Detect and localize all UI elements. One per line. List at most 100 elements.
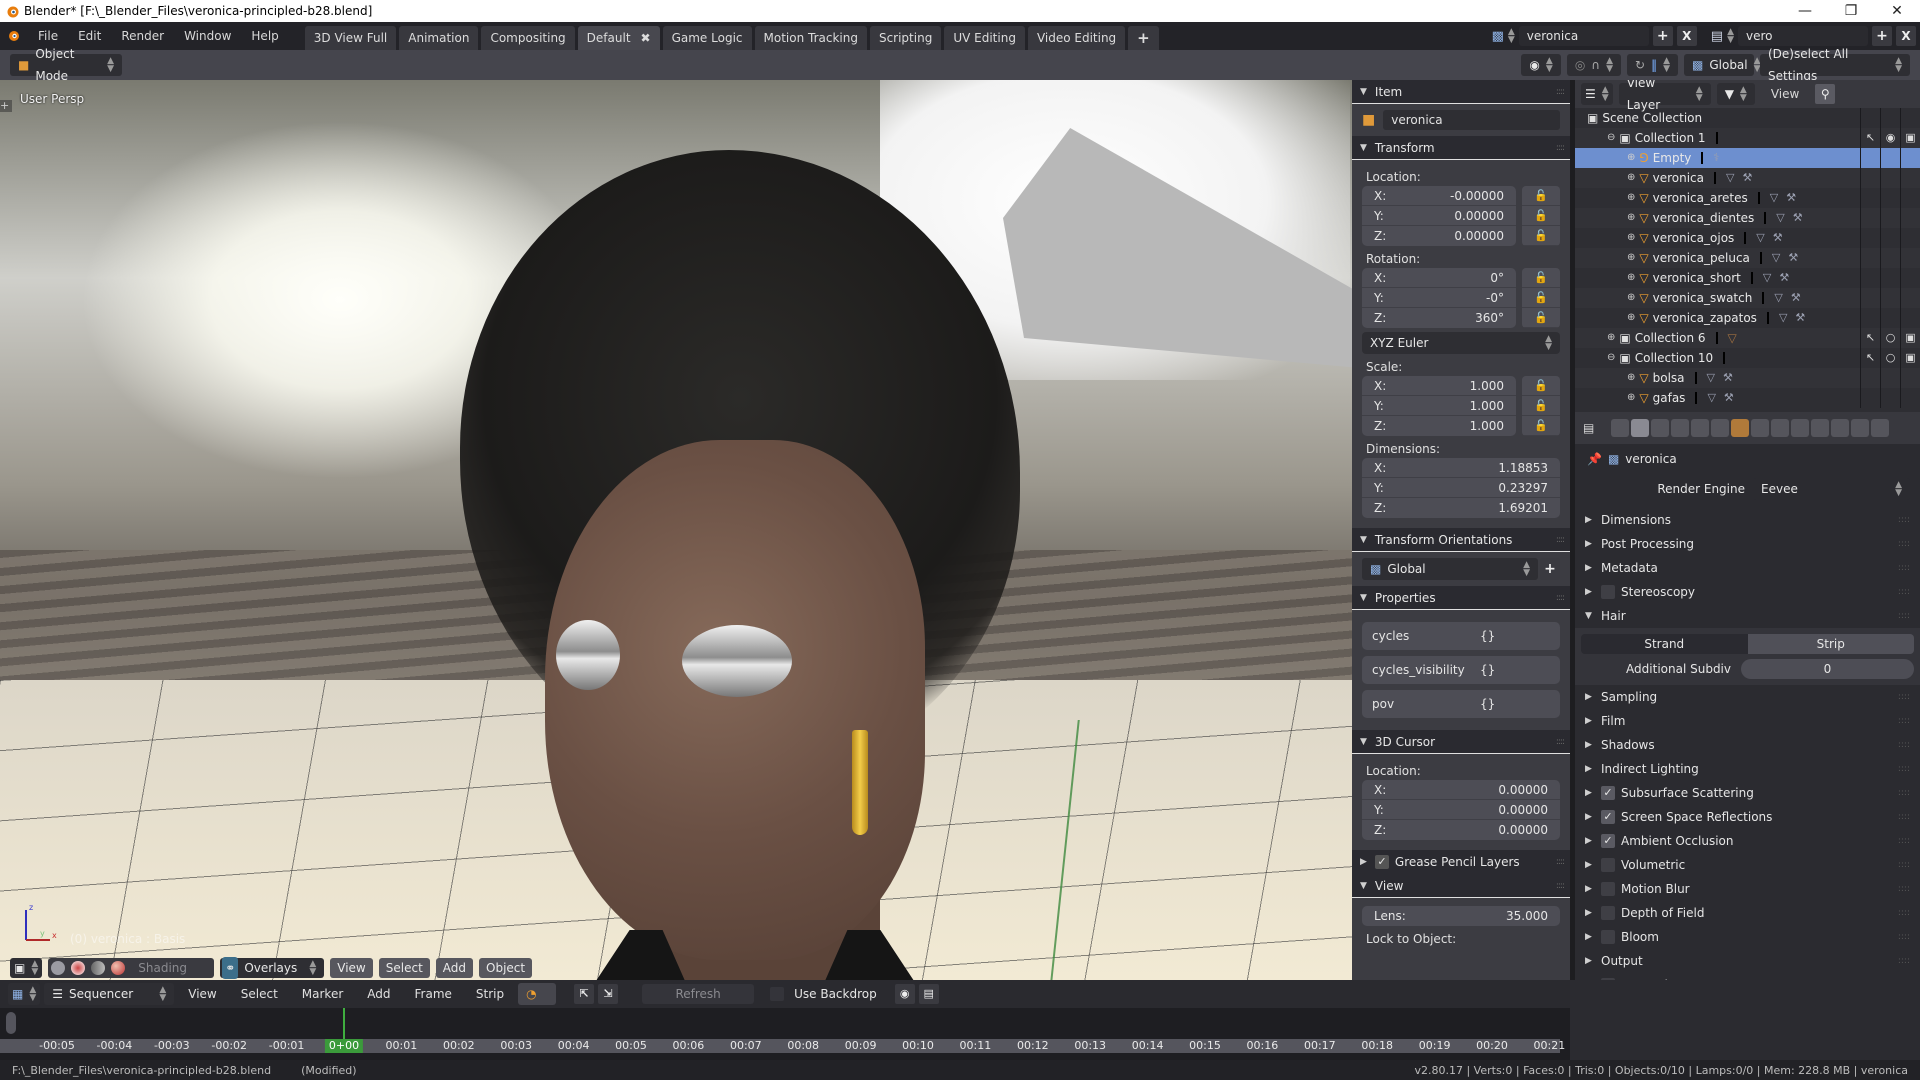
modifier-wrench-icon[interactable]: ⚒ xyxy=(1742,168,1752,188)
visibility-eye-icon[interactable] xyxy=(1880,368,1900,388)
outliner-editor-type[interactable]: ☰ ▲ ▼ xyxy=(1581,83,1613,105)
grease-pencil-checkbox[interactable]: ✓ xyxy=(1374,855,1389,869)
visibility-eye-icon[interactable]: ○ xyxy=(1880,348,1900,368)
mesh-data-icon[interactable]: ▽ xyxy=(1776,208,1784,228)
tab-game-logic[interactable]: Game Logic xyxy=(662,26,752,50)
modifier-wrench-icon[interactable]: ⚒ xyxy=(1779,268,1789,288)
tab-3d-view-full[interactable]: 3D View Full xyxy=(304,26,397,50)
select-settings-dropdown[interactable]: (De)select All Settings ▲ ▼ xyxy=(1760,47,1910,83)
mesh-data-icon[interactable]: ▽ xyxy=(1707,368,1715,388)
search-icon[interactable]: ⚲ xyxy=(1815,84,1836,104)
outliner-row[interactable]: ⊖ ▣ Collection 1 ↖ ◉ ▣ xyxy=(1575,128,1920,148)
viewport-menu-add[interactable]: Add xyxy=(435,958,474,978)
modifier-wrench-icon[interactable]: ⚒ xyxy=(1723,368,1733,388)
viewport-menu-view[interactable]: View xyxy=(330,958,373,978)
visibility-eye-icon[interactable] xyxy=(1880,248,1900,268)
selectable-toggle-icon[interactable] xyxy=(1860,228,1880,248)
outliner-row[interactable]: ▣ Scene Collection xyxy=(1575,108,1920,128)
visibility-eye-icon[interactable] xyxy=(1880,228,1900,248)
time-ruler[interactable]: -00:05 -00:04 -00:03 -00:02 -00:01 0+00 00:01 0… xyxy=(0,1039,1565,1053)
mesh-data-icon[interactable]: ▽ xyxy=(1707,388,1715,408)
visibility-eye-icon[interactable] xyxy=(1880,208,1900,228)
maximize-button[interactable]: ❐ xyxy=(1828,3,1874,19)
lock-icon[interactable]: 🔓 xyxy=(1522,206,1560,226)
collapse-toggle-icon[interactable]: ⊖ xyxy=(1607,128,1615,148)
expand-toggle-icon[interactable]: ⊕ xyxy=(1627,188,1635,208)
mesh-data-icon[interactable]: ▽ xyxy=(1726,168,1734,188)
mesh-data-icon[interactable]: ▽ xyxy=(1774,288,1782,308)
drag-grip-icon[interactable]: :::: xyxy=(1898,580,1910,604)
section-post-processing[interactable]: ▶ Post Processing:::: xyxy=(1575,532,1920,556)
section-sampling[interactable]: ▶ Sampling:::: xyxy=(1575,685,1920,709)
scene-icon[interactable]: ▩ xyxy=(1492,29,1504,44)
mesh-data-icon[interactable]: ▽ xyxy=(1772,248,1780,268)
modifier-wrench-icon[interactable]: ⚒ xyxy=(1724,388,1734,408)
scene-selector-arrows[interactable]: ▲ ▼ xyxy=(1508,28,1515,45)
render-camera-icon[interactable] xyxy=(1900,228,1920,248)
menu-render[interactable]: Render xyxy=(111,22,174,50)
viewport-menu-object[interactable]: Object xyxy=(479,958,533,978)
visibility-eye-icon[interactable] xyxy=(1880,388,1900,408)
add-orientation-button[interactable]: + xyxy=(1540,558,1560,580)
visibility-eye-icon[interactable]: ◉ xyxy=(1880,128,1900,148)
tab-motion-tracking[interactable]: Motion Tracking xyxy=(754,26,867,50)
rotation-z-field[interactable]: Z: 360° xyxy=(1362,308,1516,328)
tab-world-icon[interactable] xyxy=(1691,419,1709,437)
dimensions-z-field[interactable]: Z: 1.69201 xyxy=(1362,498,1560,518)
drag-grip-icon[interactable]: :::: xyxy=(1898,949,1910,973)
section-enable-checkbox[interactable]: ✓ xyxy=(1601,834,1615,848)
expand-toggle-icon[interactable]: ⊕ xyxy=(1627,148,1635,168)
selectable-toggle-icon[interactable] xyxy=(1860,148,1880,168)
sequencer-menu-strip[interactable]: Strip xyxy=(466,987,514,1001)
render-camera-icon[interactable] xyxy=(1900,368,1920,388)
selectable-toggle-icon[interactable]: ↖ xyxy=(1860,128,1880,148)
sequencer-menu-marker[interactable]: Marker xyxy=(292,987,353,1001)
outliner-row[interactable]: ⊕ ▽ veronica_short ▽ ⚒ xyxy=(1575,268,1920,288)
section-enable-checkbox[interactable] xyxy=(1601,930,1615,944)
selectable-toggle-icon[interactable] xyxy=(1860,168,1880,188)
drag-grip-icon[interactable]: :::: xyxy=(1898,973,1910,980)
tab-data-icon[interactable] xyxy=(1791,419,1809,437)
tab-video-editing[interactable]: Video Editing xyxy=(1027,26,1126,50)
sequencer-editor-type[interactable]: ▦ ▲ ▼ xyxy=(8,983,41,1005)
grease-pencil-panel-header[interactable]: ▶ ✓ Grease Pencil Layers:::: xyxy=(1352,850,1570,874)
tab-view-layer-icon[interactable] xyxy=(1651,419,1669,437)
transform-orientation-dropdown[interactable]: ▩ Global ▲ ▼ xyxy=(1362,558,1538,580)
properties-panel-header[interactable]: ▼ Properties:::: xyxy=(1352,586,1570,610)
pivot-point-selector[interactable]: ◉ ▲ ▼ xyxy=(1521,54,1561,76)
3d-viewport[interactable]: + User Persp z y x (0) veronica : Basis xyxy=(0,80,1352,980)
tab-render-icon[interactable] xyxy=(1611,419,1629,437)
section-screen-space-reflections[interactable]: ▶ ✓ Screen Space Reflections:::: xyxy=(1575,805,1920,829)
visibility-eye-icon[interactable] xyxy=(1880,268,1900,288)
visibility-eye-icon[interactable] xyxy=(1880,148,1900,168)
menu-window[interactable]: Window xyxy=(174,22,241,50)
sequencer-mode-dropdown[interactable]: ☰ Sequencer ▲ ▼ xyxy=(44,983,175,1005)
lock-icon[interactable]: 🔓 xyxy=(1522,376,1560,396)
snap-selector[interactable]: ↻ ‖ ▲ ▼ xyxy=(1627,54,1678,76)
section-bloom[interactable]: ▶ Bloom:::: xyxy=(1575,925,1920,949)
tab-scene-icon[interactable] xyxy=(1671,419,1689,437)
mode-selector[interactable]: ■ Object Mode ▲ ▼ xyxy=(10,47,122,83)
selectable-toggle-icon[interactable]: ↖ xyxy=(1860,328,1880,348)
expand-toggle-icon[interactable]: ⊕ xyxy=(1627,388,1635,408)
mesh-data-icon[interactable]: ▽ xyxy=(1779,308,1787,328)
expand-toggle-icon[interactable]: ⊕ xyxy=(1627,208,1635,228)
section-shadows[interactable]: ▶ Shadows:::: xyxy=(1575,733,1920,757)
section-subsurface-scattering[interactable]: ▶ ✓ Subsurface Scattering:::: xyxy=(1575,781,1920,805)
section-enable-checkbox[interactable]: ✓ xyxy=(1601,810,1615,824)
section-enable-checkbox[interactable] xyxy=(1601,906,1615,920)
mesh-data-icon[interactable]: ▽ xyxy=(1756,228,1764,248)
modifier-wrench-icon[interactable]: ⚒ xyxy=(1786,188,1796,208)
modifier-wrench-icon[interactable]: ⚒ xyxy=(1795,308,1805,328)
view-layer-selector-arrows[interactable]: ▲ ▼ xyxy=(1727,28,1734,45)
lock-icon[interactable]: 🔓 xyxy=(1522,416,1560,436)
viewport-menu-select[interactable]: Select xyxy=(378,958,430,978)
selectable-toggle-icon[interactable] xyxy=(1860,248,1880,268)
outliner-row[interactable]: ⊕ ▽ veronica_ojos ▽ ⚒ xyxy=(1575,228,1920,248)
section-motion-blur[interactable]: ▶ Motion Blur:::: xyxy=(1575,877,1920,901)
sequencer-view-type-toggle[interactable]: ◔ xyxy=(518,983,557,1005)
outliner-view-menu[interactable]: View xyxy=(1761,84,1809,104)
display-mode-dropdown[interactable]: View Layer ▲ ▼ xyxy=(1618,80,1711,112)
outliner-row[interactable]: ⊖ ▣ Collection 10 ↖ ○ ▣ xyxy=(1575,348,1920,368)
selectable-toggle-icon[interactable] xyxy=(1860,368,1880,388)
